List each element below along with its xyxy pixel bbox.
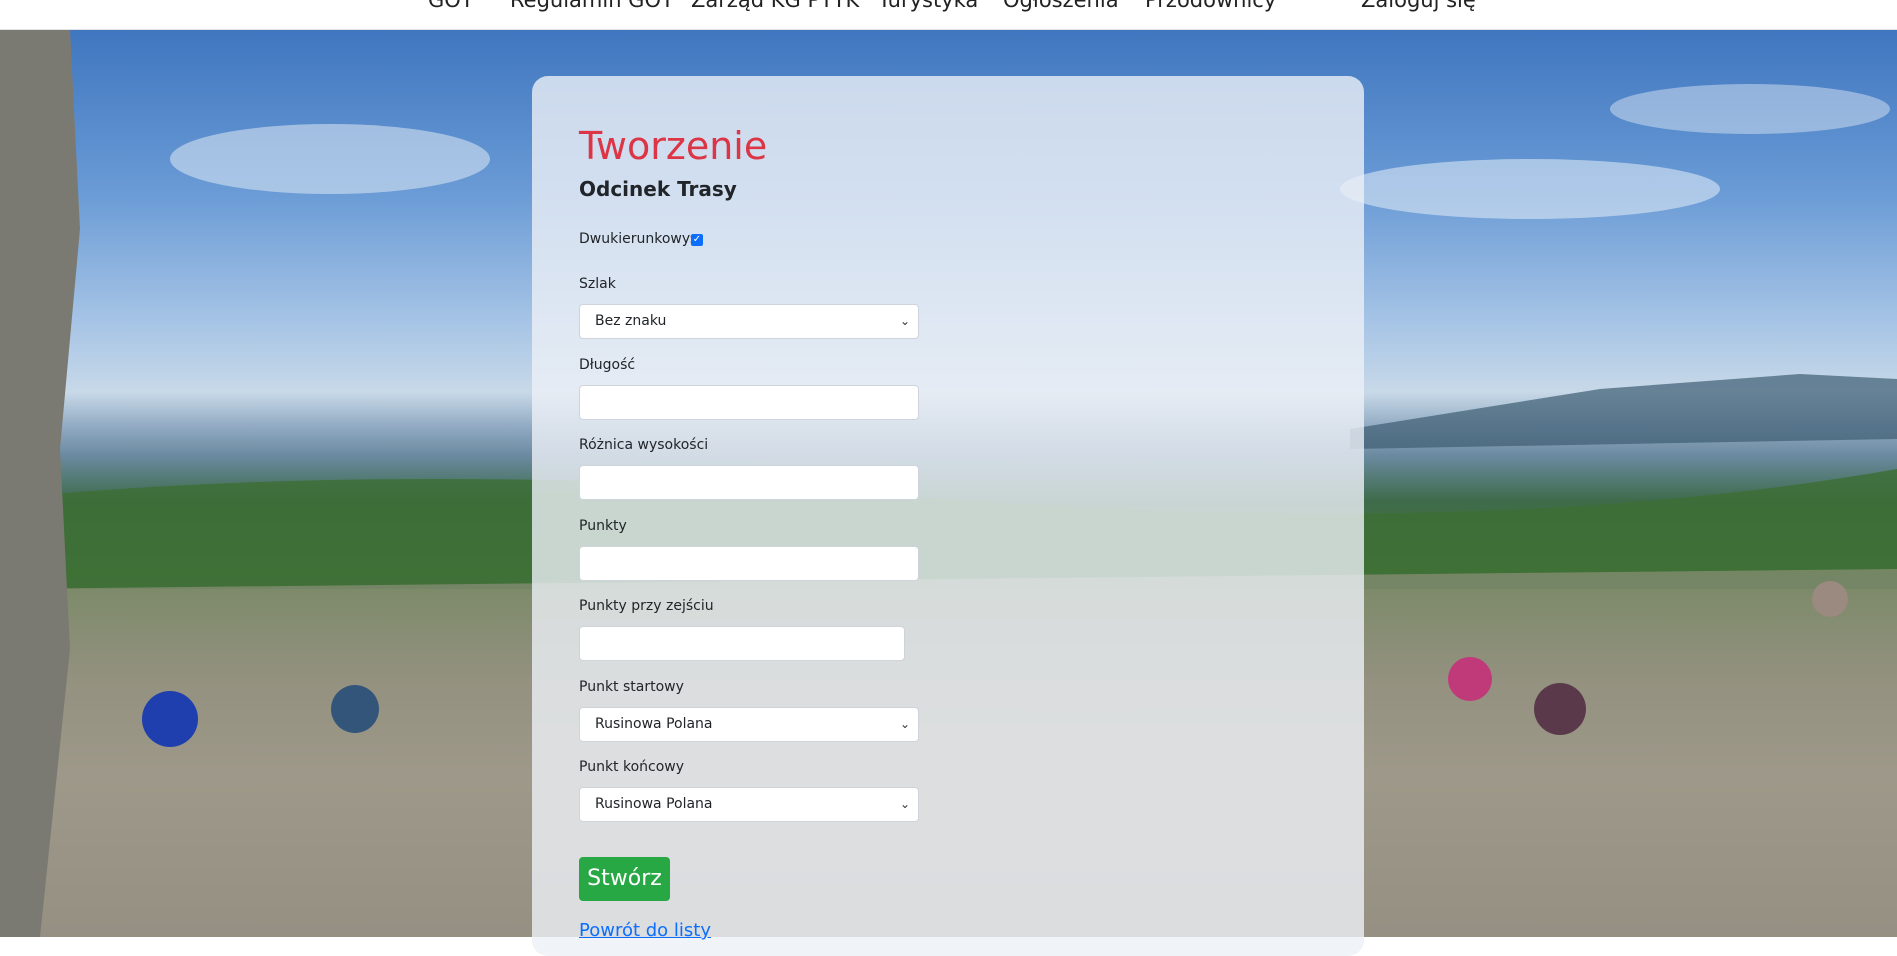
points-input[interactable] xyxy=(579,546,919,581)
nav-link-login[interactable]: Zaloguj się xyxy=(1361,0,1476,12)
length-input[interactable] xyxy=(579,385,919,420)
end-point-select[interactable]: Rusinowa Polana ⌄ xyxy=(579,787,919,822)
nav-link-turystyka[interactable]: Turystyka xyxy=(878,0,978,12)
back-to-list-link[interactable]: Powrót do listy xyxy=(579,920,711,941)
end-point-label: Punkt końcowy xyxy=(579,759,685,775)
length-label: Długość xyxy=(579,357,636,373)
start-point-select[interactable]: Rusinowa Polana ⌄ xyxy=(579,707,919,742)
start-point-label: Punkt startowy xyxy=(579,679,684,695)
create-button[interactable]: Stwórz xyxy=(579,857,670,901)
points-descent-input[interactable] xyxy=(579,626,905,661)
nav-link-ogloszenia[interactable]: Ogłoszenia xyxy=(1003,0,1119,12)
page-title: Tworzenie xyxy=(579,124,768,168)
end-point-select-value: Rusinowa Polana xyxy=(595,796,713,812)
trail-select-value: Bez znaku xyxy=(595,313,667,329)
nav-link-zarzad[interactable]: Zarząd KG PTTK xyxy=(691,0,859,12)
points-descent-label: Punkty przy zejściu xyxy=(579,598,714,614)
top-navbar: GOT Regulamin GOT Zarząd KG PTTK Turysty… xyxy=(0,0,1897,30)
chevron-down-icon: ⌄ xyxy=(899,717,910,731)
elevation-input[interactable] xyxy=(579,465,919,500)
trail-select[interactable]: Bez znaku ⌄ xyxy=(579,304,919,339)
elevation-label: Różnica wysokości xyxy=(579,437,709,453)
bidirectional-checkbox[interactable]: ✓ xyxy=(691,234,703,246)
nav-link-regulamin[interactable]: Regulamin GOT xyxy=(510,0,674,12)
chevron-down-icon: ⌄ xyxy=(899,314,910,328)
chevron-down-icon: ⌄ xyxy=(899,797,910,811)
page-subtitle: Odcinek Trasy xyxy=(579,177,737,201)
nav-link-got[interactable]: GOT xyxy=(428,0,474,12)
nav-link-przodownicy[interactable]: Przodownicy xyxy=(1145,0,1276,12)
start-point-select-value: Rusinowa Polana xyxy=(595,716,713,732)
bidirectional-label: Dwukierunkowy: xyxy=(579,231,694,247)
trail-label: Szlak xyxy=(579,276,616,292)
points-label: Punkty xyxy=(579,518,627,534)
create-form-card: Tworzenie Odcinek Trasy Dwukierunkowy: ✓… xyxy=(532,76,1364,956)
